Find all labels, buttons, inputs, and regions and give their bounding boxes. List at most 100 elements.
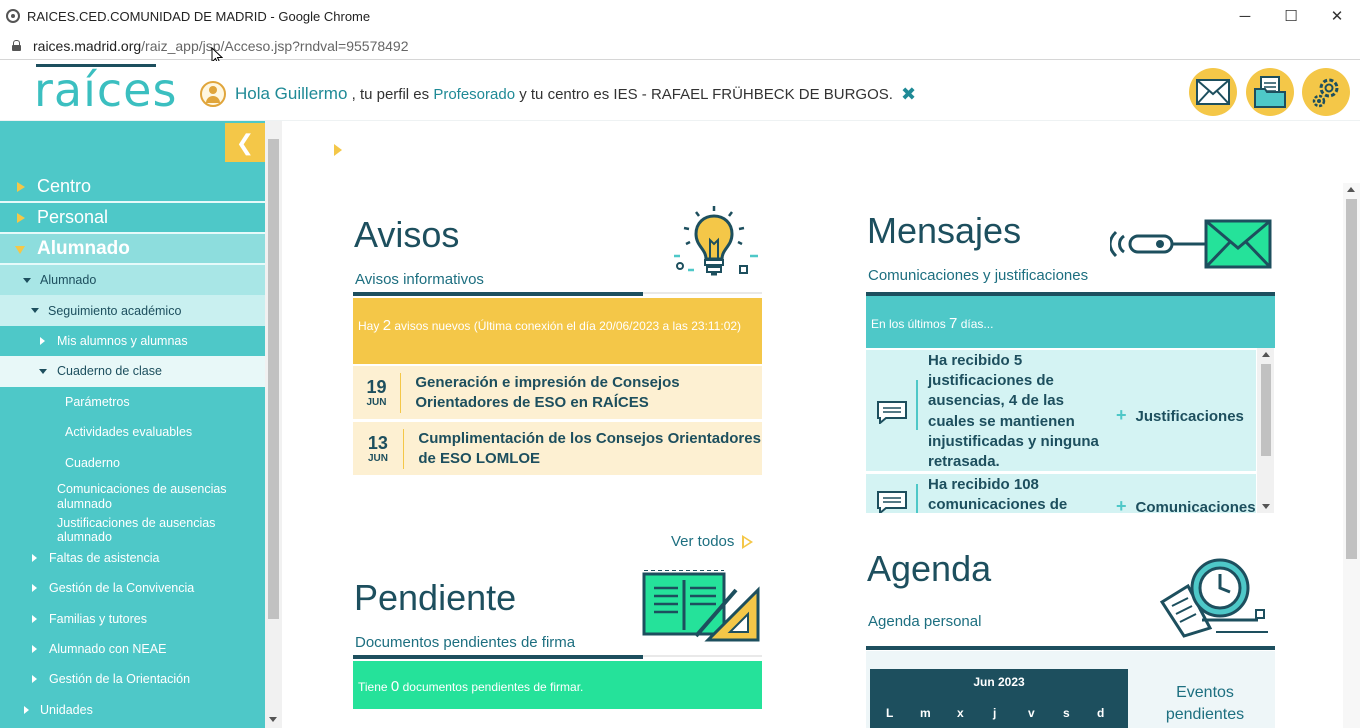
mensajes-list[interactable]: Ha recibido 5 justificaciones de ausenci…	[866, 348, 1275, 513]
sidebar-item-convivencia[interactable]: Gestión de la Convivencia	[0, 573, 265, 603]
pendiente-banner-post: documentos pendientes de firmar.	[402, 680, 584, 694]
aviso-day: 13	[367, 433, 388, 453]
pendiente-title: Pendiente	[354, 577, 517, 618]
mensajes-banner-pre: En los últimos	[871, 317, 946, 331]
mensaje-link-label: Comunicaciones	[1135, 499, 1256, 513]
sidebar-item-alumnado[interactable]: Alumnado	[0, 234, 265, 265]
ver-todos-link[interactable]: Ver todos	[671, 533, 754, 550]
pendiente-banner: Tiene 0 documentos pendientes de firmar.	[353, 661, 762, 709]
comunicaciones-link[interactable]: + Comunicaciones	[1116, 496, 1256, 513]
arrow-right-icon	[24, 705, 29, 714]
sidebar-item-unidades[interactable]: Unidades	[0, 695, 265, 725]
sidebar-item-comunicaciones[interactable]: Comunicaciones de ausencias alumnado	[0, 478, 265, 517]
sidebar-item-faltas[interactable]: Faltas de asistencia	[0, 543, 265, 573]
sidebar-item-label: Comunicaciones de ausencias alumnado	[57, 482, 227, 512]
arrow-right-icon	[17, 182, 25, 192]
page-scroll-thumb[interactable]	[1346, 199, 1357, 559]
sidebar-item-label: Centro	[37, 176, 92, 196]
mensajes-scrollbar[interactable]	[1257, 348, 1274, 513]
raices-logo[interactable]: raíces	[34, 64, 177, 113]
sidebar-item-cuaderno-clase[interactable]: Cuaderno de clase	[0, 356, 265, 387]
sidebar-item-label: Gestión de la Orientación	[49, 672, 191, 687]
sidebar-item-mis-alumnos[interactable]: Mis alumnos y alumnas	[0, 326, 265, 356]
calendar-weekday: x	[957, 706, 964, 720]
sidebar-item-familias[interactable]: Familias y tutores	[0, 604, 265, 634]
mensajes-title: Mensajes	[867, 210, 1022, 251]
greeting-mid: , tu perfil es	[347, 86, 433, 103]
sidebar-item-personal[interactable]: Personal	[0, 203, 265, 234]
sidebar-item-alumnado-sub[interactable]: Alumnado	[0, 265, 265, 296]
mensaje-item[interactable]: Ha recibido 5 justificaciones de ausenci…	[866, 350, 1256, 471]
close-window-button[interactable]: ✕	[1314, 0, 1360, 32]
minimize-button[interactable]: ─	[1222, 0, 1268, 32]
settings-button[interactable]	[1302, 68, 1350, 116]
user-avatar-icon	[200, 81, 226, 107]
profile-link[interactable]: Profesorado	[433, 86, 515, 103]
sidebar-item-neae[interactable]: Alumnado con NEAE	[0, 634, 265, 664]
sidebar-scroll-thumb[interactable]	[268, 139, 279, 619]
arrow-down-icon	[31, 308, 39, 314]
maximize-button[interactable]: ☐	[1268, 0, 1314, 32]
aviso-separator	[402, 428, 405, 469]
scroll-up-icon[interactable]	[1347, 187, 1355, 192]
avisos-title: Avisos	[354, 214, 460, 255]
aviso-item[interactable]: 19 JUN Generación e impresión de Consejo…	[353, 366, 762, 419]
expand-arrow-icon[interactable]	[334, 144, 342, 156]
sidebar-scrollbar[interactable]	[265, 121, 282, 728]
greeting-mid-text: , tu perfil es	[351, 85, 430, 103]
aviso-item[interactable]: 13 JUN Cumplimentación de los Consejos O…	[353, 422, 762, 475]
sidebar-item-orientacion[interactable]: Gestión de la Orientación	[0, 664, 265, 694]
arrow-down-icon	[39, 369, 47, 375]
sidebar-item-actividades[interactable]: Actividades evaluables	[0, 417, 265, 447]
lock-icon[interactable]	[12, 40, 21, 51]
close-session-icon[interactable]: ✖	[901, 84, 916, 105]
calendar-weekday: L	[886, 706, 894, 720]
chat-bubble-icon	[877, 401, 907, 424]
sidebar-item-justificaciones[interactable]: Justificaciones de ausencias alumnado	[0, 516, 265, 544]
address-bar[interactable]: raices.madrid.org/raiz_app/jsp/Acceso.js…	[0, 32, 1360, 60]
collapse-sidebar-button[interactable]: ❮	[225, 123, 265, 162]
scroll-down-icon[interactable]	[1262, 504, 1270, 509]
arrow-right-icon	[32, 675, 37, 684]
sidebar-item-centro[interactable]: Centro	[0, 172, 265, 203]
sidebar-item-label: Gestión de la Convivencia	[49, 581, 195, 596]
mail-icon	[1196, 79, 1230, 105]
greeting-hola[interactable]: Hola Guillermo	[235, 84, 347, 104]
sidebar-item-label: Cuaderno de clase	[57, 364, 162, 379]
mensajes-scroll-thumb[interactable]	[1261, 364, 1271, 456]
aviso-date: 13 JUN	[353, 433, 403, 464]
sidebar-item-label: Parámetros	[65, 394, 130, 409]
window-controls: ─ ☐ ✕	[1222, 0, 1360, 32]
sidebar-item-label: Alumnado	[37, 237, 130, 259]
sidebar-item-label: Faltas de asistencia	[49, 550, 160, 565]
sidebar-item-parametros[interactable]: Parámetros	[0, 387, 265, 417]
aviso-text[interactable]: Generación e impresión de Consejos Orien…	[415, 373, 762, 413]
sidebar-item-label: Unidades	[40, 702, 93, 717]
lightbulb-icon	[674, 206, 758, 276]
aviso-text[interactable]: Cumplimentación de los Consejos Orientad…	[418, 429, 762, 469]
page-scrollbar[interactable]	[1343, 183, 1360, 728]
sidebar-item-seguimiento[interactable]: Seguimiento académico	[0, 295, 265, 326]
agenda-rule	[866, 646, 1275, 650]
eventos-pendientes-label[interactable]: Eventos pendientes	[1150, 682, 1260, 726]
justificaciones-link[interactable]: + Justificaciones	[1116, 405, 1244, 426]
pendiente-count: 0	[390, 678, 400, 695]
avisos-banner-pre: Hay	[358, 319, 380, 333]
scroll-down-icon[interactable]	[269, 717, 277, 722]
chrome-icon	[6, 9, 20, 23]
mail-button[interactable]	[1189, 68, 1237, 116]
chevron-left-icon: ❮	[235, 129, 255, 155]
avisos-subtitle: Avisos informativos	[355, 271, 484, 288]
pendiente-banner-pre: Tiene	[358, 680, 388, 694]
arrow-right-icon	[32, 553, 37, 562]
mensaje-item[interactable]: Ha recibido 108 comunicaciones de + Comun…	[866, 474, 1256, 513]
arrow-right-icon	[32, 584, 37, 593]
documents-button[interactable]	[1246, 68, 1294, 116]
calendar-month: Jun 2023	[973, 675, 1025, 689]
calendar-widget[interactable]: Jun 2023 L m x j v s d	[870, 669, 1128, 728]
sidebar-item-cuaderno[interactable]: Cuaderno	[0, 447, 265, 477]
window-title: RAICES.CED.COMUNIDAD DE MADRID - Google …	[27, 8, 371, 24]
scroll-up-icon[interactable]	[1262, 352, 1270, 357]
calendar-weekday: m	[920, 706, 931, 720]
aviso-month: JUN	[366, 397, 387, 408]
